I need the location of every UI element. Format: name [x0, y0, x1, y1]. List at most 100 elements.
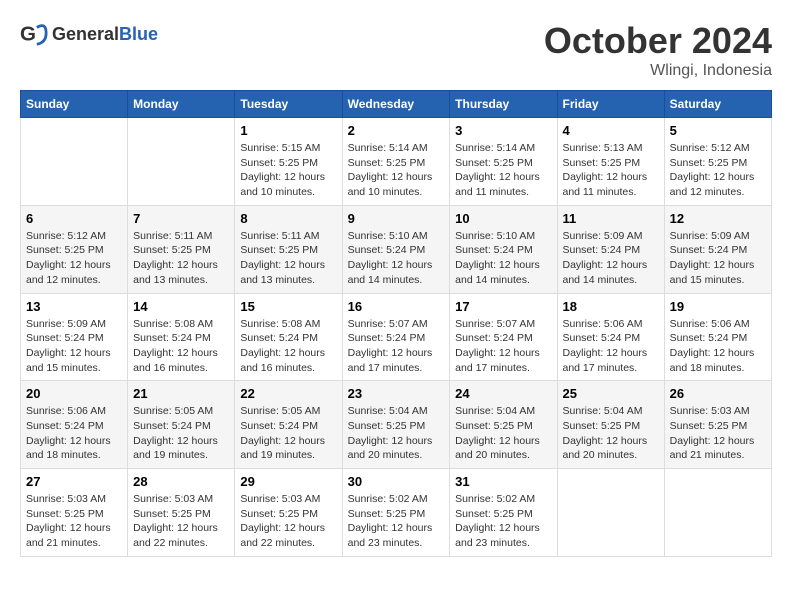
calendar-day-cell	[557, 469, 664, 557]
daylight: Daylight: 12 hours and 16 minutes.	[240, 347, 325, 374]
calendar-week-row: 13 Sunrise: 5:09 AM Sunset: 5:24 PM Dayl…	[21, 293, 772, 381]
sunrise: Sunrise: 5:14 AM	[455, 142, 535, 154]
day-number: 26	[670, 386, 766, 401]
sunrise: Sunrise: 5:14 AM	[348, 142, 428, 154]
day-info: Sunrise: 5:15 AM Sunset: 5:25 PM Dayligh…	[240, 141, 336, 200]
sunset: Sunset: 5:24 PM	[26, 420, 104, 432]
day-number: 28	[133, 474, 229, 489]
sunset: Sunset: 5:25 PM	[348, 420, 426, 432]
day-info: Sunrise: 5:03 AM Sunset: 5:25 PM Dayligh…	[133, 492, 229, 551]
calendar-week-row: 20 Sunrise: 5:06 AM Sunset: 5:24 PM Dayl…	[21, 381, 772, 469]
day-info: Sunrise: 5:11 AM Sunset: 5:25 PM Dayligh…	[133, 229, 229, 288]
sunrise: Sunrise: 5:06 AM	[26, 405, 106, 417]
day-number: 29	[240, 474, 336, 489]
daylight: Daylight: 12 hours and 13 minutes.	[133, 259, 218, 286]
daylight: Daylight: 12 hours and 17 minutes.	[455, 347, 540, 374]
calendar-day-cell: 29 Sunrise: 5:03 AM Sunset: 5:25 PM Dayl…	[235, 469, 342, 557]
sunrise: Sunrise: 5:05 AM	[240, 405, 320, 417]
day-info: Sunrise: 5:02 AM Sunset: 5:25 PM Dayligh…	[455, 492, 551, 551]
calendar-week-row: 1 Sunrise: 5:15 AM Sunset: 5:25 PM Dayli…	[21, 118, 772, 206]
sunrise: Sunrise: 5:12 AM	[26, 230, 106, 242]
calendar-header-row: Sunday Monday Tuesday Wednesday Thursday…	[21, 91, 772, 118]
calendar-day-cell: 19 Sunrise: 5:06 AM Sunset: 5:24 PM Dayl…	[664, 293, 771, 381]
col-friday: Friday	[557, 91, 664, 118]
calendar-day-cell: 1 Sunrise: 5:15 AM Sunset: 5:25 PM Dayli…	[235, 118, 342, 206]
sunset: Sunset: 5:24 PM	[348, 332, 426, 344]
sunset: Sunset: 5:25 PM	[563, 157, 641, 169]
day-number: 25	[563, 386, 659, 401]
logo-icon: G	[20, 20, 48, 48]
sunset: Sunset: 5:25 PM	[240, 157, 318, 169]
sunrise: Sunrise: 5:04 AM	[455, 405, 535, 417]
sunset: Sunset: 5:25 PM	[133, 244, 211, 256]
day-number: 7	[133, 211, 229, 226]
daylight: Daylight: 12 hours and 20 minutes.	[563, 435, 648, 462]
sunrise: Sunrise: 5:09 AM	[670, 230, 750, 242]
day-info: Sunrise: 5:03 AM Sunset: 5:25 PM Dayligh…	[26, 492, 122, 551]
day-info: Sunrise: 5:06 AM Sunset: 5:24 PM Dayligh…	[26, 404, 122, 463]
sunrise: Sunrise: 5:11 AM	[133, 230, 212, 242]
day-number: 24	[455, 386, 551, 401]
daylight: Daylight: 12 hours and 17 minutes.	[348, 347, 433, 374]
daylight: Daylight: 12 hours and 18 minutes.	[26, 435, 111, 462]
daylight: Daylight: 12 hours and 19 minutes.	[133, 435, 218, 462]
sunrise: Sunrise: 5:11 AM	[240, 230, 319, 242]
sunrise: Sunrise: 5:10 AM	[348, 230, 428, 242]
sunset: Sunset: 5:25 PM	[455, 157, 533, 169]
sunrise: Sunrise: 5:04 AM	[563, 405, 643, 417]
day-info: Sunrise: 5:14 AM Sunset: 5:25 PM Dayligh…	[348, 141, 445, 200]
day-info: Sunrise: 5:04 AM Sunset: 5:25 PM Dayligh…	[563, 404, 659, 463]
calendar-day-cell	[128, 118, 235, 206]
calendar-day-cell	[21, 118, 128, 206]
calendar-day-cell: 28 Sunrise: 5:03 AM Sunset: 5:25 PM Dayl…	[128, 469, 235, 557]
sunrise: Sunrise: 5:12 AM	[670, 142, 750, 154]
header: G GeneralBlue October 2024 Wlingi, Indon…	[20, 20, 772, 80]
title-month: October 2024	[544, 20, 772, 62]
day-number: 30	[348, 474, 445, 489]
calendar-day-cell: 11 Sunrise: 5:09 AM Sunset: 5:24 PM Dayl…	[557, 205, 664, 293]
day-info: Sunrise: 5:09 AM Sunset: 5:24 PM Dayligh…	[26, 317, 122, 376]
logo: G GeneralBlue	[20, 20, 158, 48]
sunset: Sunset: 5:25 PM	[240, 508, 318, 520]
col-sunday: Sunday	[21, 91, 128, 118]
sunset: Sunset: 5:25 PM	[670, 157, 748, 169]
day-info: Sunrise: 5:07 AM Sunset: 5:24 PM Dayligh…	[348, 317, 445, 376]
sunset: Sunset: 5:24 PM	[670, 244, 748, 256]
daylight: Daylight: 12 hours and 11 minutes.	[455, 171, 540, 198]
daylight: Daylight: 12 hours and 16 minutes.	[133, 347, 218, 374]
sunrise: Sunrise: 5:02 AM	[455, 493, 535, 505]
calendar-day-cell: 5 Sunrise: 5:12 AM Sunset: 5:25 PM Dayli…	[664, 118, 771, 206]
sunrise: Sunrise: 5:03 AM	[133, 493, 213, 505]
sunrise: Sunrise: 5:08 AM	[240, 318, 320, 330]
sunrise: Sunrise: 5:08 AM	[133, 318, 213, 330]
calendar-week-row: 27 Sunrise: 5:03 AM Sunset: 5:25 PM Dayl…	[21, 469, 772, 557]
sunrise: Sunrise: 5:07 AM	[348, 318, 428, 330]
sunset: Sunset: 5:24 PM	[133, 420, 211, 432]
day-info: Sunrise: 5:04 AM Sunset: 5:25 PM Dayligh…	[348, 404, 445, 463]
col-saturday: Saturday	[664, 91, 771, 118]
sunrise: Sunrise: 5:05 AM	[133, 405, 213, 417]
day-number: 22	[240, 386, 336, 401]
daylight: Daylight: 12 hours and 12 minutes.	[670, 171, 755, 198]
day-info: Sunrise: 5:08 AM Sunset: 5:24 PM Dayligh…	[133, 317, 229, 376]
sunset: Sunset: 5:24 PM	[26, 332, 104, 344]
daylight: Daylight: 12 hours and 19 minutes.	[240, 435, 325, 462]
daylight: Daylight: 12 hours and 21 minutes.	[670, 435, 755, 462]
sunset: Sunset: 5:25 PM	[563, 420, 641, 432]
sunset: Sunset: 5:25 PM	[348, 157, 426, 169]
calendar-day-cell: 3 Sunrise: 5:14 AM Sunset: 5:25 PM Dayli…	[450, 118, 557, 206]
sunrise: Sunrise: 5:03 AM	[670, 405, 750, 417]
day-info: Sunrise: 5:05 AM Sunset: 5:24 PM Dayligh…	[133, 404, 229, 463]
logo-general: General	[52, 24, 119, 44]
logo-blue: Blue	[119, 24, 158, 44]
day-number: 10	[455, 211, 551, 226]
calendar-day-cell: 12 Sunrise: 5:09 AM Sunset: 5:24 PM Dayl…	[664, 205, 771, 293]
day-number: 3	[455, 123, 551, 138]
day-number: 20	[26, 386, 122, 401]
sunrise: Sunrise: 5:02 AM	[348, 493, 428, 505]
calendar-day-cell: 10 Sunrise: 5:10 AM Sunset: 5:24 PM Dayl…	[450, 205, 557, 293]
daylight: Daylight: 12 hours and 23 minutes.	[348, 522, 433, 549]
calendar-day-cell: 15 Sunrise: 5:08 AM Sunset: 5:24 PM Dayl…	[235, 293, 342, 381]
daylight: Daylight: 12 hours and 10 minutes.	[348, 171, 433, 198]
day-info: Sunrise: 5:09 AM Sunset: 5:24 PM Dayligh…	[563, 229, 659, 288]
